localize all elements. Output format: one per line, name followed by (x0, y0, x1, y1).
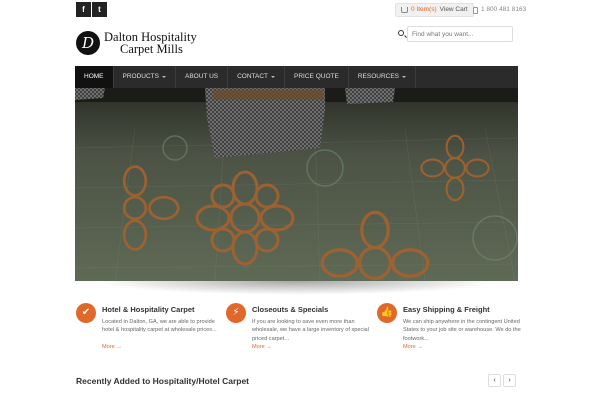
feature-text: We can ship anywhere in the contingent U… (403, 319, 521, 342)
more-link[interactable]: More → (102, 344, 122, 350)
top-bar: f t 0 Item(s) View Cart 1 800 481 8163 (0, 0, 600, 20)
cart-item-count: 0 Item(s) (411, 6, 437, 13)
more-link[interactable]: More → (252, 344, 272, 350)
logo-line-2: Carpet Mills (120, 42, 183, 56)
checkmark-icon: ✔ (76, 303, 96, 323)
carousel-next-button[interactable]: › (503, 374, 516, 387)
nav-item-resources[interactable]: Resources (349, 66, 417, 88)
hero-shadow (95, 281, 498, 295)
logo-text: Dalton Hospitality Carpet Mills (104, 31, 197, 56)
more-link[interactable]: More → (403, 344, 423, 350)
feature-closeouts: ⚡ Closeouts & Specials If you are lookin… (226, 303, 371, 353)
search-icon[interactable] (398, 30, 404, 36)
lightning-icon: ⚡ (226, 303, 246, 323)
carpet-illustration (75, 88, 518, 281)
nav-label: Resources (357, 73, 400, 80)
hero-carpet-image (75, 88, 518, 281)
nav-label: Price Quote (294, 73, 339, 80)
search-box (395, 26, 513, 42)
phone-number: 1 800 481 8163 (473, 3, 526, 17)
phone-icon (473, 6, 478, 14)
cart-button[interactable]: 0 Item(s) View Cart (395, 3, 474, 17)
facebook-icon[interactable]: f (76, 2, 91, 17)
chevron-down-icon (271, 76, 276, 78)
feature-text: Located in Dalton, GA, we are able to pr… (102, 319, 217, 334)
chevron-down-icon (161, 76, 166, 78)
nav-label: About Us (184, 73, 219, 80)
nav-label: Products (122, 73, 159, 80)
chevron-down-icon (402, 76, 407, 78)
nav-item-products[interactable]: Products (114, 66, 176, 88)
feature-title[interactable]: Easy Shipping & Freight (403, 305, 490, 314)
nav-item-about-us[interactable]: About Us (176, 66, 229, 88)
thumbs-up-icon: 👍 (377, 303, 397, 323)
recently-added-title: Recently Added to Hospitality/Hotel Carp… (76, 376, 250, 386)
nav-item-contact[interactable]: Contact (228, 66, 286, 88)
nav-item-price-quote[interactable]: Price Quote (285, 66, 349, 88)
nav-label: Contact (237, 73, 269, 80)
feature-shipping: 👍 Easy Shipping & Freight We can ship an… (377, 303, 522, 353)
nav-item-home[interactable]: Home (75, 66, 114, 88)
main-nav: Home Products About Us Contact Price Quo… (75, 66, 518, 88)
phone-text: 1 800 481 8163 (481, 6, 527, 13)
feature-text: If you are looking to save even more tha… (252, 319, 369, 342)
twitter-icon[interactable]: t (92, 2, 107, 17)
site-logo[interactable]: D Dalton Hospitality Carpet Mills (76, 28, 197, 58)
feature-title[interactable]: Closeouts & Specials (252, 305, 328, 314)
feature-hotel-carpet: ✔ Hotel & Hospitality Carpet Located in … (76, 303, 221, 353)
logo-mark: D (76, 31, 100, 55)
search-input[interactable] (407, 26, 513, 42)
page: f t 0 Item(s) View Cart 1 800 481 8163 D… (0, 0, 600, 400)
nav-label: Home (84, 73, 104, 80)
view-cart-link[interactable]: View Cart (440, 4, 468, 16)
carousel-prev-button[interactable]: ‹ (488, 374, 501, 387)
feature-title[interactable]: Hotel & Hospitality Carpet (102, 305, 195, 314)
cart-icon (401, 7, 408, 13)
